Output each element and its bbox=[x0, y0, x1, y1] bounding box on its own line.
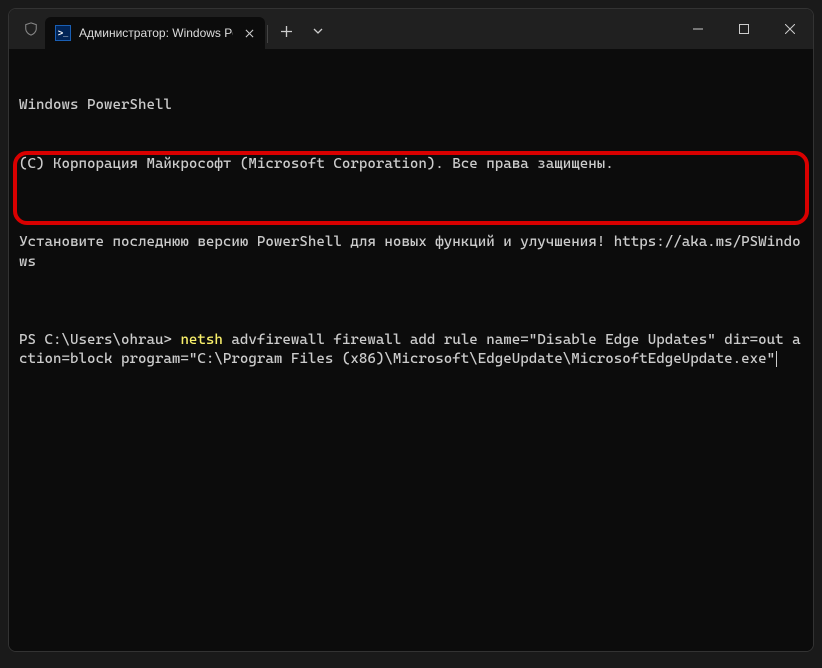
terminal-body[interactable]: Windows PowerShell (C) Корпорация Майкро… bbox=[9, 49, 813, 651]
prompt-prefix: PS C:\Users\ohrau> bbox=[19, 332, 180, 348]
tab-divider bbox=[267, 25, 268, 43]
terminal-window: >_ Администратор: Windows Po Win bbox=[8, 8, 814, 652]
tab-powershell[interactable]: >_ Администратор: Windows Po bbox=[45, 17, 265, 49]
new-tab-button[interactable] bbox=[270, 15, 302, 47]
maximize-button[interactable] bbox=[721, 9, 767, 49]
command-name: netsh bbox=[180, 332, 222, 348]
output-line: (C) Корпорация Майкрософт (Microsoft Cor… bbox=[19, 155, 803, 175]
tab-dropdown-button[interactable] bbox=[302, 15, 334, 47]
text-cursor bbox=[776, 351, 777, 367]
tab-title: Администратор: Windows Po bbox=[79, 26, 233, 40]
minimize-button[interactable] bbox=[675, 9, 721, 49]
titlebar: >_ Администратор: Windows Po bbox=[9, 9, 813, 49]
output-line: Windows PowerShell bbox=[19, 96, 803, 116]
command-line: PS C:\Users\ohrau> netsh advfirewall fir… bbox=[19, 331, 803, 370]
powershell-icon: >_ bbox=[55, 25, 71, 41]
window-controls bbox=[675, 9, 813, 49]
tab-close-button[interactable] bbox=[241, 25, 257, 41]
output-line: Установите последнюю версию PowerShell д… bbox=[19, 233, 803, 272]
admin-shield-icon bbox=[23, 21, 39, 37]
close-button[interactable] bbox=[767, 9, 813, 49]
